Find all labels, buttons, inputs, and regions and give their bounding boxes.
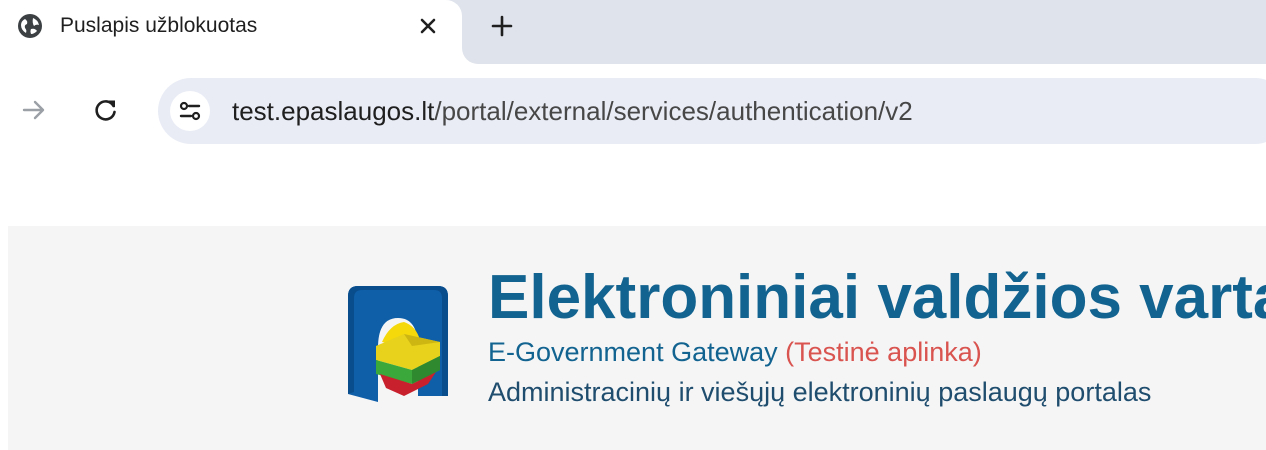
environment-label: (Testinė aplinka) — [785, 337, 982, 367]
portal-title: Elektroniniai valdžios vartai — [488, 263, 1266, 332]
reload-icon — [95, 100, 116, 121]
url-host: test.epaslaugos.lt — [232, 96, 435, 126]
portal-subtitle: E-Government Gateway (Testinė aplinka) — [488, 334, 982, 370]
tune-icon — [179, 101, 201, 121]
tab-edge — [462, 48, 478, 64]
portal-header: Elektroniniai valdžios vartai E-Governme… — [8, 226, 1266, 450]
site-info-button[interactable] — [170, 91, 210, 131]
tab-strip: Puslapis užblokuotas — [0, 0, 1266, 64]
close-tab-button[interactable] — [412, 10, 444, 42]
plus-icon — [491, 15, 513, 37]
subtitle-text: E-Government Gateway — [488, 337, 778, 367]
tab-title: Puslapis užblokuotas — [60, 14, 258, 37]
portal-description: Administracinių ir viešųjų elektroninių … — [488, 377, 1152, 407]
address-bar[interactable]: test.epaslaugos.lt/portal/external/servi… — [158, 78, 1266, 144]
url-path: /portal/external/services/authentication… — [434, 96, 913, 126]
forward-button[interactable] — [16, 92, 52, 128]
browser-toolbar: test.epaslaugos.lt/portal/external/servi… — [0, 64, 1266, 156]
epaslaugos-logo[interactable] — [342, 284, 452, 404]
active-tab[interactable]: Puslapis užblokuotas — [0, 0, 462, 64]
url-text[interactable]: test.epaslaugos.lt/portal/external/servi… — [232, 96, 913, 126]
globe-icon — [16, 12, 44, 40]
close-icon — [420, 18, 436, 34]
arrow-right-icon — [22, 100, 45, 120]
new-tab-button[interactable] — [484, 8, 520, 44]
reload-button[interactable] — [88, 92, 124, 128]
